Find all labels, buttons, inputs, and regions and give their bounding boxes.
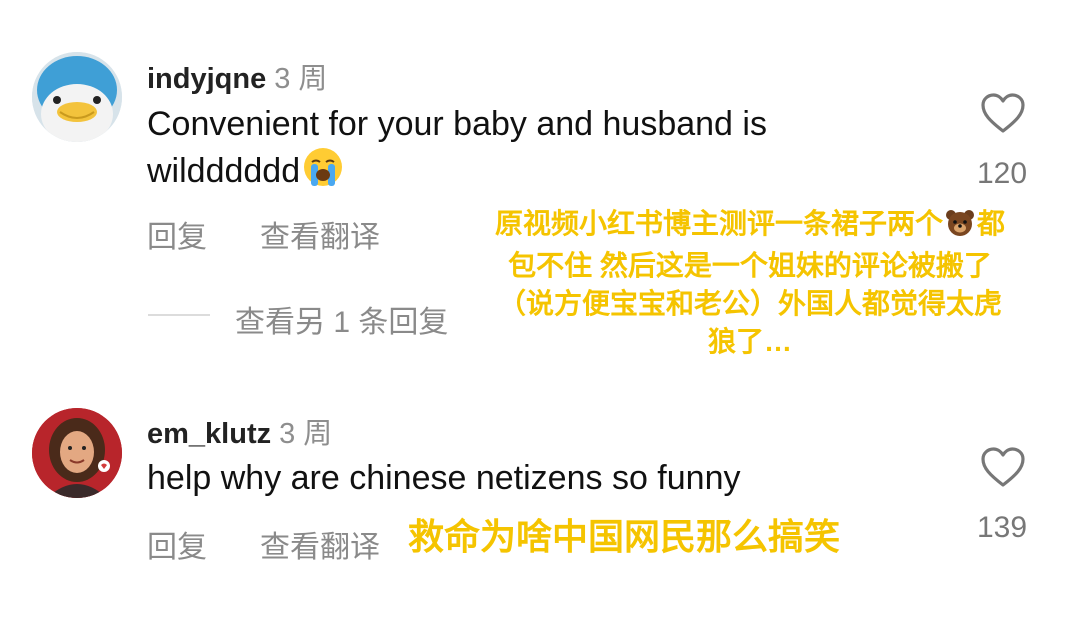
avatar[interactable]	[32, 52, 122, 142]
annotation-note-2: 救命为啥中国网民那么搞笑	[408, 516, 841, 557]
comment-text: Convenient for your baby and husband is	[147, 102, 767, 146]
heart-outline-icon[interactable]	[980, 446, 1026, 488]
view-more-replies-button[interactable]: 查看另 1 条回复	[235, 297, 448, 341]
heart-outline-icon[interactable]	[980, 92, 1026, 134]
annotation-line-4: 狼了…	[707, 326, 792, 357]
bear-face-icon	[945, 209, 975, 247]
view-translation-button[interactable]: 查看翻译	[260, 522, 380, 566]
annotation-line-1-b: 都	[977, 208, 1006, 239]
like-count: 120	[976, 157, 1028, 190]
comment-text: help why are chinese netizens so funny	[147, 459, 741, 497]
time-ago: 3 周	[279, 418, 333, 450]
replies-divider	[148, 314, 210, 316]
annotation-line-1: 原视频小红书博主测评一条裙子两个 都	[450, 205, 1050, 247]
comment-text-line1: Convenient for your baby and husband is	[147, 105, 767, 143]
reply-button[interactable]: 回复	[147, 522, 207, 566]
username-text[interactable]: indyjqne	[147, 63, 266, 95]
username[interactable]: em_klutz 3 周	[147, 410, 332, 452]
username[interactable]: indyjqne 3 周	[147, 55, 327, 97]
username-text[interactable]: em_klutz	[147, 418, 271, 450]
annotation-line-2: 包不住 然后这是一个姐妹的评论被搬了	[508, 250, 992, 281]
loudly-crying-face-icon	[302, 146, 344, 199]
annotation-note-1: 原视频小红书博主测评一条裙子两个 都 包不住 然后这是一个姐妹的评论被搬了 （说方…	[450, 205, 1050, 361]
annotation-line-1-a: 原视频小红书博主测评一条裙子两个	[494, 208, 943, 239]
reply-button[interactable]: 回复	[147, 212, 207, 256]
like-count: 139	[976, 511, 1028, 544]
avatar[interactable]	[32, 408, 122, 498]
view-translation-button[interactable]: 查看翻译	[260, 212, 380, 256]
annotation-line-3: （说方便宝宝和老公）外国人都觉得太虎	[497, 288, 1002, 319]
penguin-avatar-icon	[32, 52, 122, 142]
time-ago: 3 周	[274, 63, 328, 95]
comment-text-line2: wildddddd	[147, 152, 301, 190]
comment-text-line2-wrap: wildddddd	[147, 146, 344, 199]
person-avatar-icon	[32, 408, 122, 498]
